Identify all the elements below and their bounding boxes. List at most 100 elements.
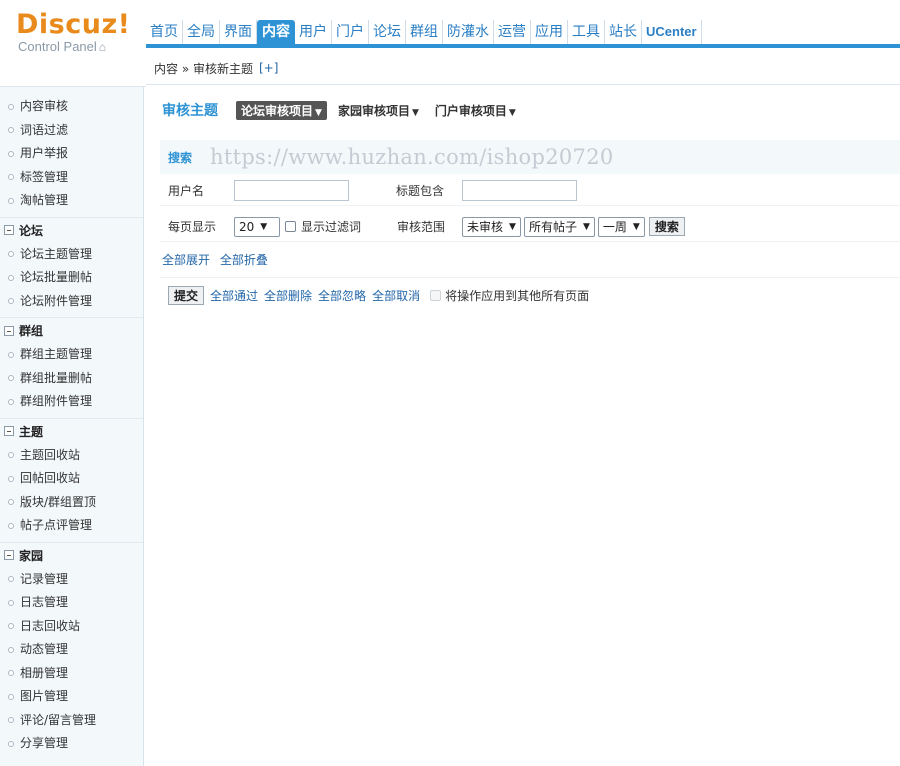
sidebar-item[interactable]: 群组附件管理 (0, 390, 143, 414)
nav-item-2[interactable]: 界面 (220, 20, 257, 44)
collapse-all-link[interactable]: 全部折叠 (220, 253, 268, 267)
bullet-icon (8, 499, 14, 506)
sidebar-item[interactable]: 帖子点评管理 (0, 514, 143, 538)
nav-item-3[interactable]: 内容 (257, 20, 295, 44)
pass-all-link[interactable]: 全部通过 (210, 287, 258, 304)
scope-status-value: 未审核 (467, 220, 504, 234)
sidebar-group-label: 论坛 (19, 223, 44, 238)
submit-button[interactable]: 提交 (168, 286, 205, 305)
sidebar-item[interactable]: 记录管理 (0, 568, 143, 592)
sidebar-item-label: 评论/留言管理 (20, 712, 97, 727)
perpage-select[interactable]: 20 ▼ (234, 216, 280, 237)
nav-item-8[interactable]: 防灌水 (443, 20, 494, 44)
bullet-icon (8, 150, 14, 157)
sidebar-item[interactable]: 词语过滤 (0, 119, 143, 143)
bullet-icon (8, 174, 14, 181)
sidebar-group-label: 主题 (19, 424, 44, 439)
logo[interactable]: Discuz! Control Panel ⌂ (16, 10, 146, 55)
nav-item-7[interactable]: 群组 (406, 20, 443, 44)
nav-item-0[interactable]: 首页 (146, 20, 183, 44)
collapse-icon[interactable] (4, 225, 14, 235)
nav-item-4[interactable]: 用户 (295, 20, 332, 44)
sidebar-item[interactable]: 动态管理 (0, 638, 143, 662)
breadcrumb-add-link[interactable]: [+] (259, 61, 278, 75)
sidebar-item[interactable]: 用户举报 (0, 142, 143, 166)
cancel-all-link[interactable]: 全部取消 (372, 287, 420, 304)
sidebar-group[interactable]: 论坛 (0, 216, 143, 243)
sidebar-item[interactable]: 论坛附件管理 (0, 290, 143, 314)
tab-forum-label: 论坛审核项目 (241, 103, 314, 118)
tab-portal-moderation[interactable]: 门户审核项目 ▼ (430, 101, 521, 120)
nav-item-1[interactable]: 全局 (183, 20, 220, 44)
sidebar-item[interactable]: 相册管理 (0, 662, 143, 686)
sidebar-item[interactable]: 论坛主题管理 (0, 243, 143, 267)
sidebar-group[interactable]: 群组 (0, 317, 143, 343)
collapse-icon[interactable] (4, 426, 14, 436)
sidebar-item[interactable]: 回帖回收站 (0, 467, 143, 491)
tab-forum-moderation[interactable]: 论坛审核项目 ▼ (236, 100, 327, 120)
show-filtered-checkbox[interactable] (285, 221, 296, 232)
delete-all-link[interactable]: 全部删除 (264, 287, 312, 304)
bullet-icon (8, 452, 14, 459)
nav-underline (146, 44, 900, 48)
sidebar-item[interactable]: 淘帖管理 (0, 189, 143, 213)
sidebar-group[interactable]: 家园 (0, 541, 143, 568)
nav-item-6[interactable]: 论坛 (369, 20, 406, 44)
sidebar-item[interactable]: 内容审核 (0, 95, 143, 119)
bullet-icon (8, 103, 14, 110)
nav-item-10[interactable]: 应用 (531, 20, 568, 44)
sidebar-item[interactable]: 分享管理 (0, 732, 143, 756)
bullet-icon (8, 740, 14, 747)
bullet-icon (8, 351, 14, 358)
sidebar-item[interactable]: 日志管理 (0, 591, 143, 615)
logo-subtitle: Control Panel ⌂ (16, 40, 146, 55)
main-content: 审核主题 论坛审核项目 ▼ 家园审核项目 ▼ 门户审核项目 ▼ 搜索 https://… (146, 88, 900, 766)
apply-all-pages-checkbox[interactable] (430, 290, 442, 301)
expand-collapse-row: 全部展开 全部折叠 (162, 251, 274, 268)
perpage-value: 20 (239, 219, 255, 234)
ignore-all-link[interactable]: 全部忽略 (318, 287, 366, 304)
nav-item-11[interactable]: 工具 (568, 20, 605, 44)
collapse-icon[interactable] (4, 325, 14, 336)
search-button[interactable]: 搜索 (648, 217, 685, 236)
nav-item-12[interactable]: 站长 (605, 20, 642, 44)
sidebar-item[interactable]: 群组批量删帖 (0, 367, 143, 391)
search-label: 搜索 (168, 150, 193, 165)
expand-all-link[interactable]: 全部展开 (162, 253, 210, 267)
tab-portal-label: 门户审核项目 (434, 103, 507, 118)
username-input[interactable] (234, 180, 349, 201)
search-row-2: 每页显示 20 ▼ 显示过滤词 审核范围 未审核 ▼ 所有帖子 ▼ 一周 ▼ 搜索 (160, 212, 900, 242)
chevron-down-icon: ▼ (582, 221, 590, 232)
sidebar-item-label: 词语过滤 (20, 122, 69, 137)
sidebar-item[interactable]: 日志回收站 (0, 615, 143, 639)
header: Discuz! Control Panel ⌂ 首页 全局 界面 内容 用户 门户 论坛 群组防… (0, 0, 900, 88)
nav-item-13[interactable]: UCenter (642, 20, 702, 44)
bullet-icon (8, 522, 14, 529)
sidebar-item[interactable]: 评论/留言管理 (0, 709, 143, 733)
bullet-icon (8, 693, 14, 700)
scope-posts-select[interactable]: 所有帖子 ▼ (523, 216, 595, 237)
scope-time-select[interactable]: 一周 ▼ (597, 216, 645, 237)
perpage-label: 每页显示 (168, 220, 217, 234)
collapse-icon[interactable] (4, 550, 14, 560)
nav-item-9[interactable]: 运营 (494, 20, 531, 44)
title-contains-input[interactable] (462, 180, 577, 201)
show-filtered-label: 显示过滤词 (301, 220, 362, 234)
sidebar-item[interactable]: 主题回收站 (0, 444, 143, 468)
sidebar-item[interactable]: 标签管理 (0, 166, 143, 190)
sidebar-group[interactable]: 主题 (0, 417, 143, 444)
sidebar-item[interactable]: 论坛批量删帖 (0, 266, 143, 290)
scope-posts-value: 所有帖子 (528, 220, 577, 234)
sidebar-item-label: 用户举报 (20, 146, 69, 160)
sidebar-item[interactable]: 图片管理 (0, 685, 143, 709)
sidebar-item[interactable]: 版块/群组置顶 (0, 491, 143, 515)
watermark-text: https://www.huzhan.com/ishop20720 (210, 145, 614, 169)
breadcrumb-text: 内容 » 审核新主题 (154, 61, 253, 76)
scope-time-value: 一周 (602, 220, 627, 234)
tab-home-moderation[interactable]: 家园审核项目 ▼ (333, 101, 424, 120)
sidebar-item-label: 版块/群组置顶 (20, 494, 97, 509)
sidebar-item[interactable]: 群组主题管理 (0, 343, 143, 367)
sidebar-item-label: 群组批量删帖 (20, 370, 93, 385)
scope-status-select[interactable]: 未审核 ▼ (462, 216, 521, 237)
nav-item-5[interactable]: 门户 (332, 20, 369, 44)
